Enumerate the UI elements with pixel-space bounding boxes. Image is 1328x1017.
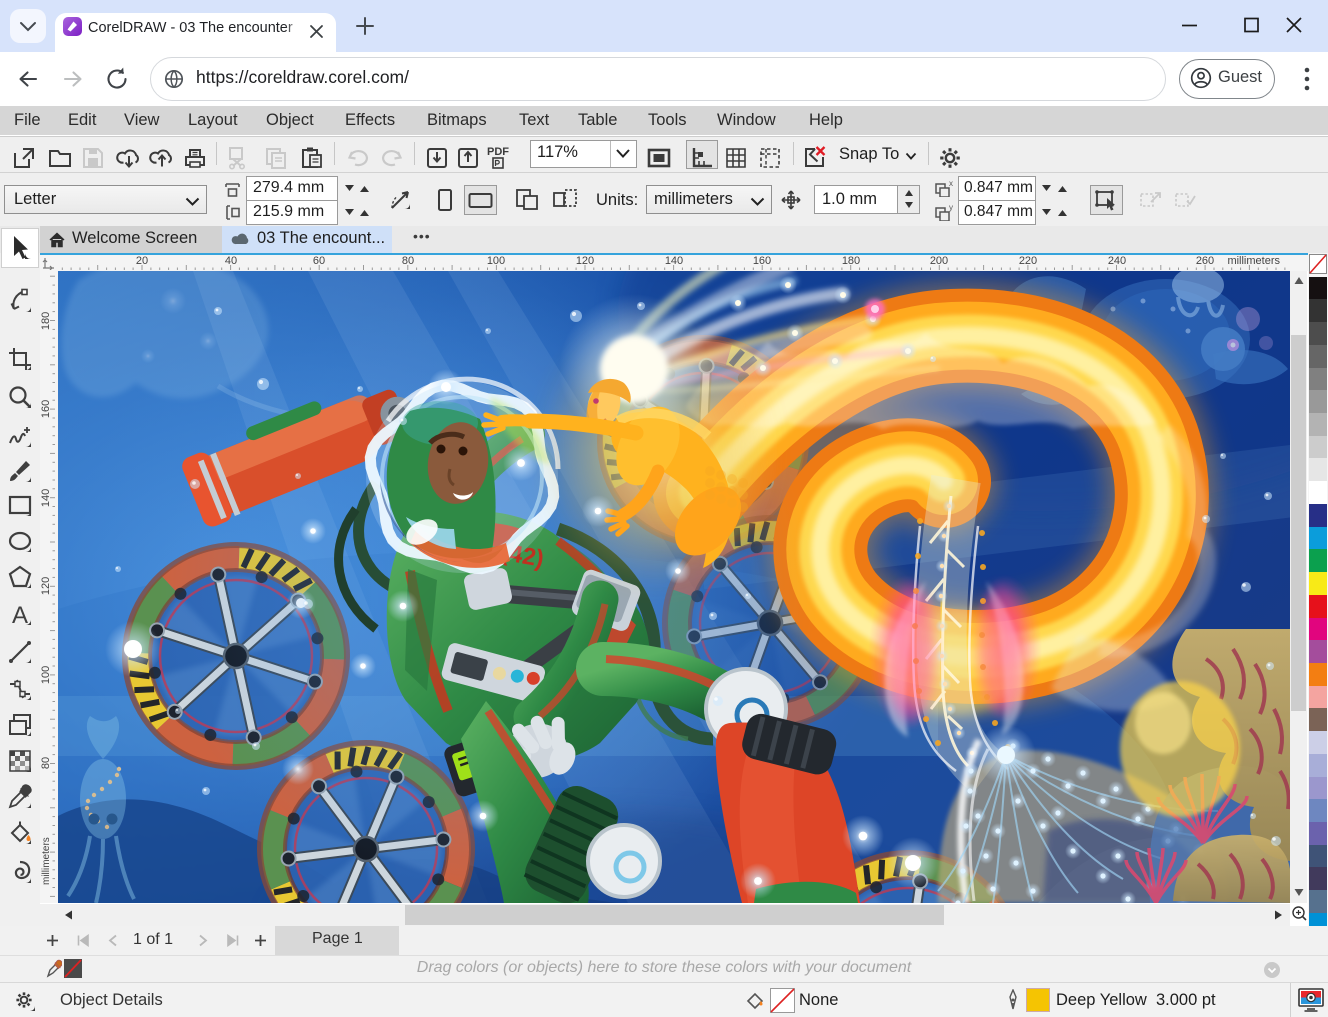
- svg-text:260: 260: [1196, 255, 1214, 267]
- svg-text:140: 140: [665, 255, 683, 267]
- svg-text:PDF: PDF: [487, 146, 509, 158]
- svg-text:120: 120: [40, 577, 52, 595]
- svg-text:x: x: [949, 179, 953, 188]
- svg-text:200: 200: [930, 255, 948, 267]
- svg-text:140: 140: [40, 489, 52, 507]
- svg-text:160: 160: [40, 400, 52, 418]
- svg-text:A: A: [12, 602, 28, 627]
- svg-text:180: 180: [842, 255, 860, 267]
- svg-text:180: 180: [40, 312, 52, 330]
- svg-text:40: 40: [225, 255, 237, 267]
- svg-text:100: 100: [40, 666, 52, 684]
- svg-text:60: 60: [313, 255, 325, 267]
- svg-text:y: y: [949, 203, 953, 212]
- svg-text:120: 120: [576, 255, 594, 267]
- svg-text:80: 80: [40, 757, 52, 769]
- svg-text:millimeters: millimeters: [41, 837, 52, 885]
- svg-text:80: 80: [402, 255, 414, 267]
- svg-text:240: 240: [1108, 255, 1126, 267]
- svg-text:millimeters: millimeters: [1227, 255, 1280, 267]
- svg-text:160: 160: [753, 255, 771, 267]
- svg-text:20: 20: [136, 255, 148, 267]
- svg-text:220: 220: [1019, 255, 1037, 267]
- svg-text:100: 100: [487, 255, 505, 267]
